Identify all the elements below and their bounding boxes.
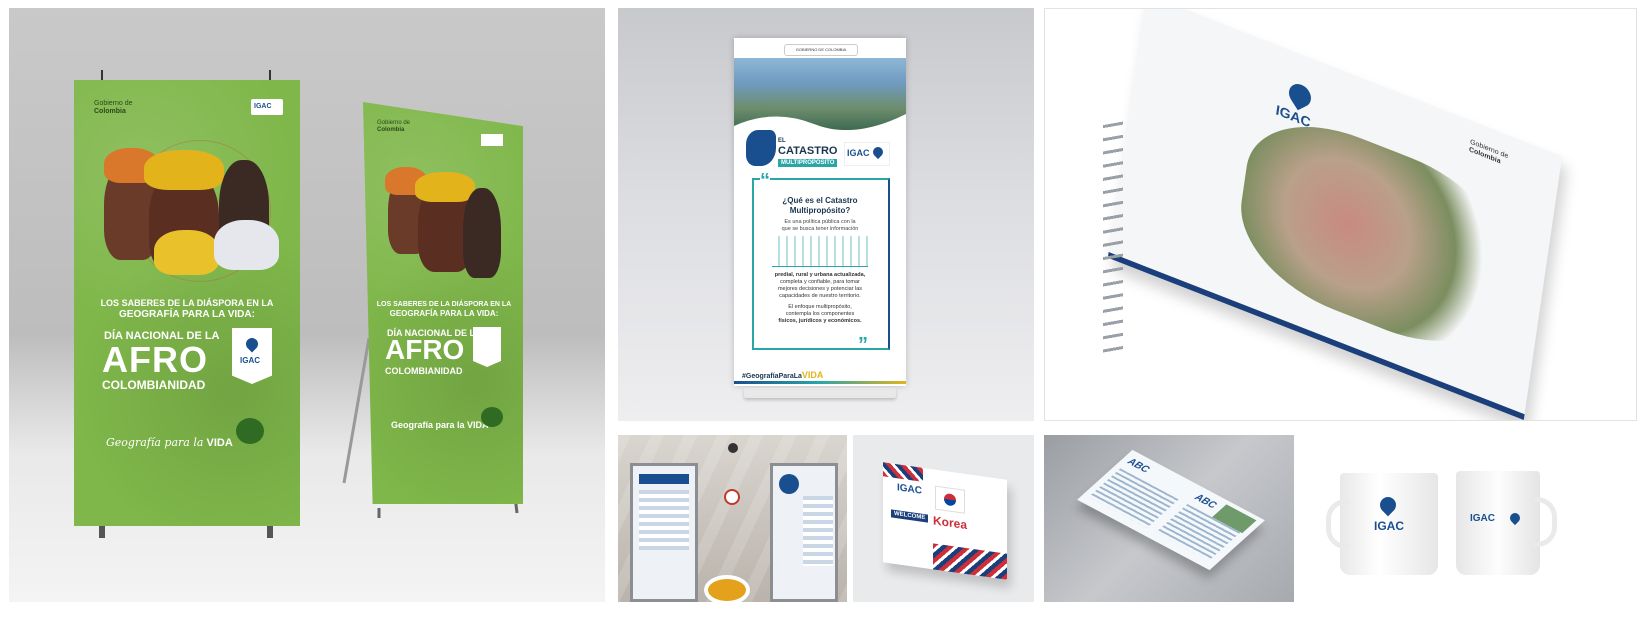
- body-2: completa y confiable, para tomar: [780, 279, 860, 285]
- signature-bold: VIDA: [206, 437, 233, 449]
- hashtag: #GeografíaParaLa: [742, 373, 802, 380]
- city-line-illustration: [772, 236, 868, 267]
- no-smoking-sign: [724, 489, 740, 505]
- question-1: ¿Qué es el Catastro: [782, 196, 858, 205]
- question-2: Multipropósito?: [789, 206, 851, 215]
- notebook: Gobierno de Colombia IGAC: [1107, 9, 1563, 420]
- tile-brochure: ABC ABC: [1044, 435, 1294, 602]
- desc-2: que se busca tener información: [781, 226, 859, 232]
- body-7: físicos, jurídicos y económicos.: [778, 318, 862, 324]
- elevator-door-right: [770, 463, 838, 602]
- headline-1: LOS SABERES DE LA DIÁSPORA EN LA: [100, 298, 274, 308]
- brochure: ABC ABC: [1077, 449, 1265, 571]
- body-6: contempla los componentes: [785, 311, 855, 317]
- rollup-banner: GOBIERNO DE COLOMBIA EL CATASTRO MULTIPR…: [734, 38, 906, 386]
- afro-banner-front: Gobierno de Colombia IGAC LOS SABERES DE…: [74, 80, 300, 526]
- igac-flag-logo: IGAC: [232, 328, 272, 384]
- igac-logo: IGAC: [847, 148, 870, 158]
- mug-front: IGAC: [1326, 473, 1438, 575]
- spiral-binding: [1103, 119, 1123, 359]
- body-3: mejores decisiones y potenciar las: [777, 286, 863, 292]
- tile-mugs: IGAC IGAC: [1304, 435, 1637, 602]
- igac-logo: IGAC: [897, 482, 922, 497]
- tile-notebook: Gobierno de Colombia IGAC: [1044, 8, 1637, 421]
- colombia-map-icon: [746, 130, 776, 166]
- tree-illustration: [236, 418, 264, 444]
- headline-2: GEOGRAFÍA PARA LA VIDA:: [119, 309, 255, 320]
- quote-open-icon: “: [760, 170, 770, 193]
- igac-logo: IGAC: [1374, 519, 1404, 533]
- signature-script: Geografía para la: [106, 436, 204, 449]
- gov-logo-line1: Gobierno de: [94, 100, 133, 107]
- gov-logo-line2: Colombia: [94, 108, 126, 115]
- afro-banner-back: Gobierno de Colombia LOS SABERES DE LA DI…: [363, 102, 523, 504]
- quote-close-icon: ”: [858, 334, 868, 356]
- headline-4: AFRO: [102, 339, 208, 380]
- tent-card: IGAC WELCOME Korea: [883, 462, 1007, 580]
- korea-flag-icon: [935, 485, 965, 514]
- body-5: El enfoque multipropósito,: [788, 304, 852, 310]
- korea-label: Korea: [933, 513, 968, 533]
- headline-5: COLOMBIANIDAD: [102, 378, 206, 392]
- tile-tent-card: IGAC WELCOME Korea: [853, 435, 1034, 602]
- el-label: EL: [778, 138, 786, 144]
- floor-sticker: [704, 575, 750, 602]
- elevator-door-left: [630, 463, 698, 602]
- tile-catastro-rollup: GOBIERNO DE COLOMBIA EL CATASTRO MULTIPR…: [618, 8, 1034, 421]
- body-4: capacidades de nuestro territorio.: [779, 293, 861, 299]
- mug-back: IGAC: [1456, 471, 1557, 575]
- tile-elevator: [618, 435, 847, 602]
- igac-logo: IGAC: [254, 103, 272, 110]
- welcome-label: WELCOME: [891, 509, 929, 523]
- rollup-base: [744, 388, 896, 398]
- top-tag: GOBIERNO DE COLOMBIA: [784, 44, 858, 56]
- tile-afro-banners: Gobierno de Colombia IGAC LOS SABERES DE…: [9, 8, 605, 602]
- body-1: predial, rural y urbana actualizada,: [774, 272, 866, 278]
- hashtag-bold: VIDA: [801, 370, 824, 380]
- desc-1: Es una política pública con la: [784, 219, 856, 225]
- catastro-label: CATASTRO: [778, 145, 838, 157]
- clock-icon: [728, 443, 738, 453]
- multiproposito-label: MULTIPROPÓSITO: [778, 159, 838, 167]
